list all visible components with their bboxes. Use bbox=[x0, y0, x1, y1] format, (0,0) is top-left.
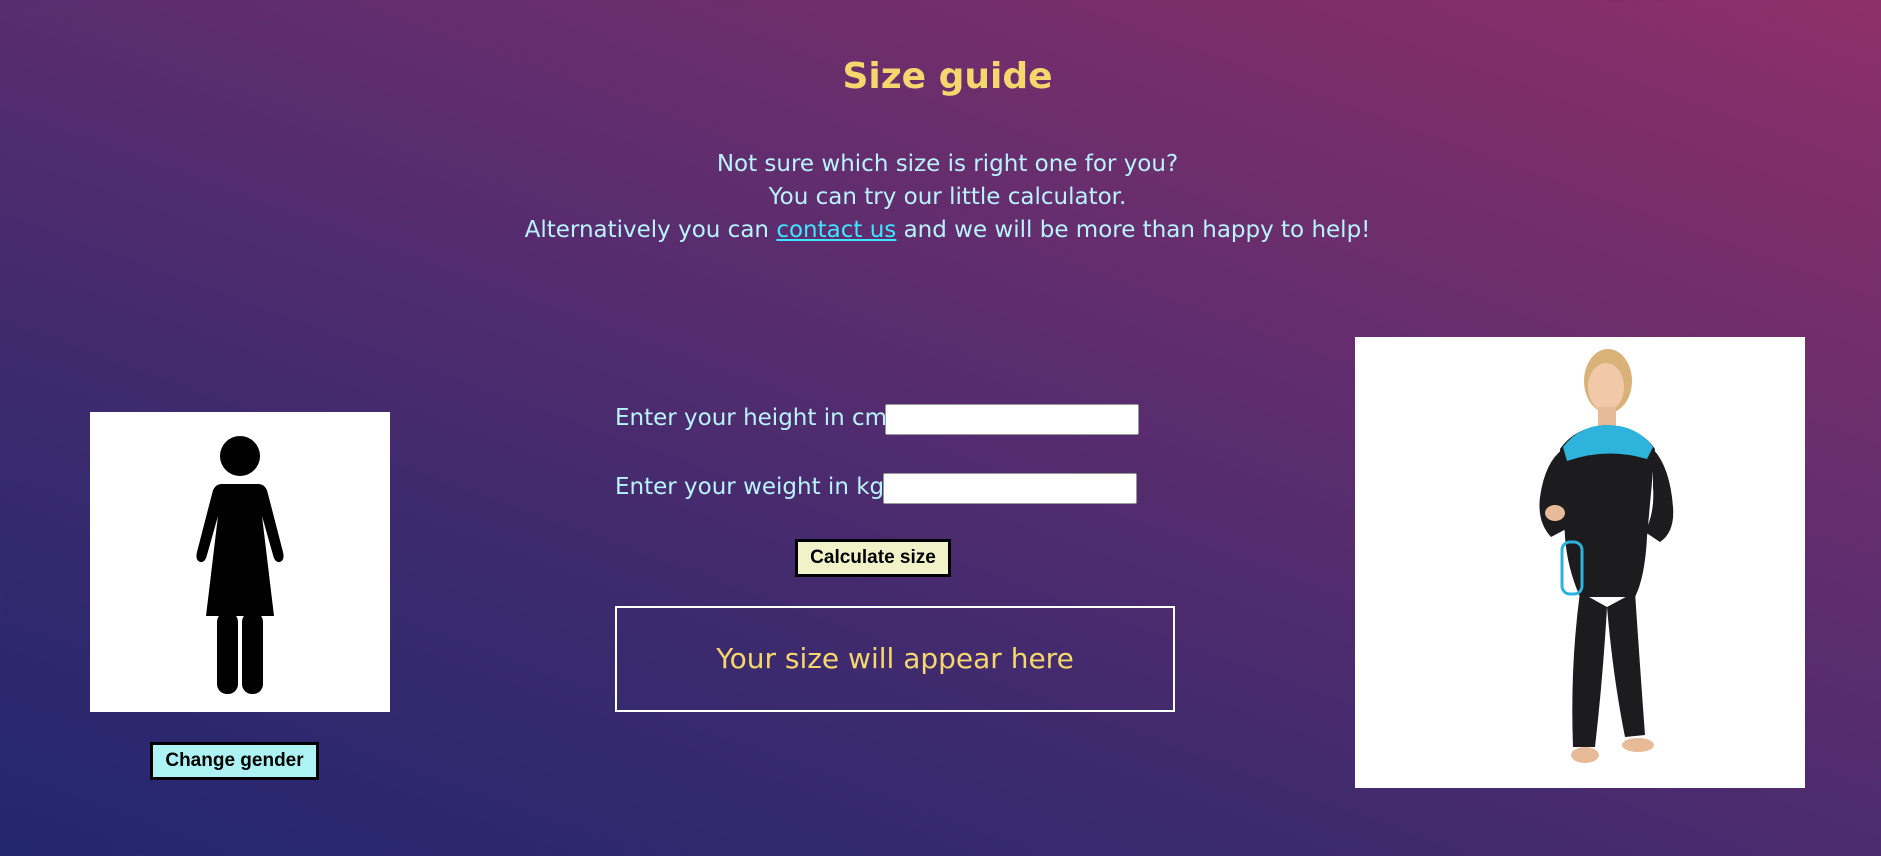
contact-us-link[interactable]: contact us bbox=[776, 217, 896, 243]
female-figure-icon bbox=[196, 436, 284, 694]
height-label: Enter your height in cm bbox=[615, 405, 888, 431]
height-input[interactable] bbox=[885, 404, 1139, 435]
intro-line-3-after: and we will be more than happy to help! bbox=[896, 217, 1371, 243]
size-result-box: Your size will appear here bbox=[615, 606, 1175, 712]
intro-line-3: Alternatively you can contact us and we … bbox=[0, 214, 1881, 247]
size-result-text: Your size will appear here bbox=[716, 642, 1074, 675]
wetsuit-model-photo bbox=[1355, 337, 1805, 788]
intro-line-2: You can try our little calculator. bbox=[768, 184, 1127, 210]
gender-image bbox=[90, 412, 390, 712]
calculate-size-button[interactable]: Calculate size bbox=[795, 539, 951, 577]
page-title: Size guide bbox=[842, 56, 1053, 97]
intro-text: Not sure which size is right one for you… bbox=[0, 148, 1881, 247]
change-gender-button[interactable]: Change gender bbox=[150, 742, 319, 780]
intro-line-3-before: Alternatively you can bbox=[524, 217, 777, 243]
intro-line-1: Not sure which size is right one for you… bbox=[716, 151, 1179, 177]
weight-label: Enter your weight in kg bbox=[615, 474, 885, 500]
weight-input[interactable] bbox=[883, 473, 1137, 504]
wetsuit-figure bbox=[1539, 349, 1674, 763]
